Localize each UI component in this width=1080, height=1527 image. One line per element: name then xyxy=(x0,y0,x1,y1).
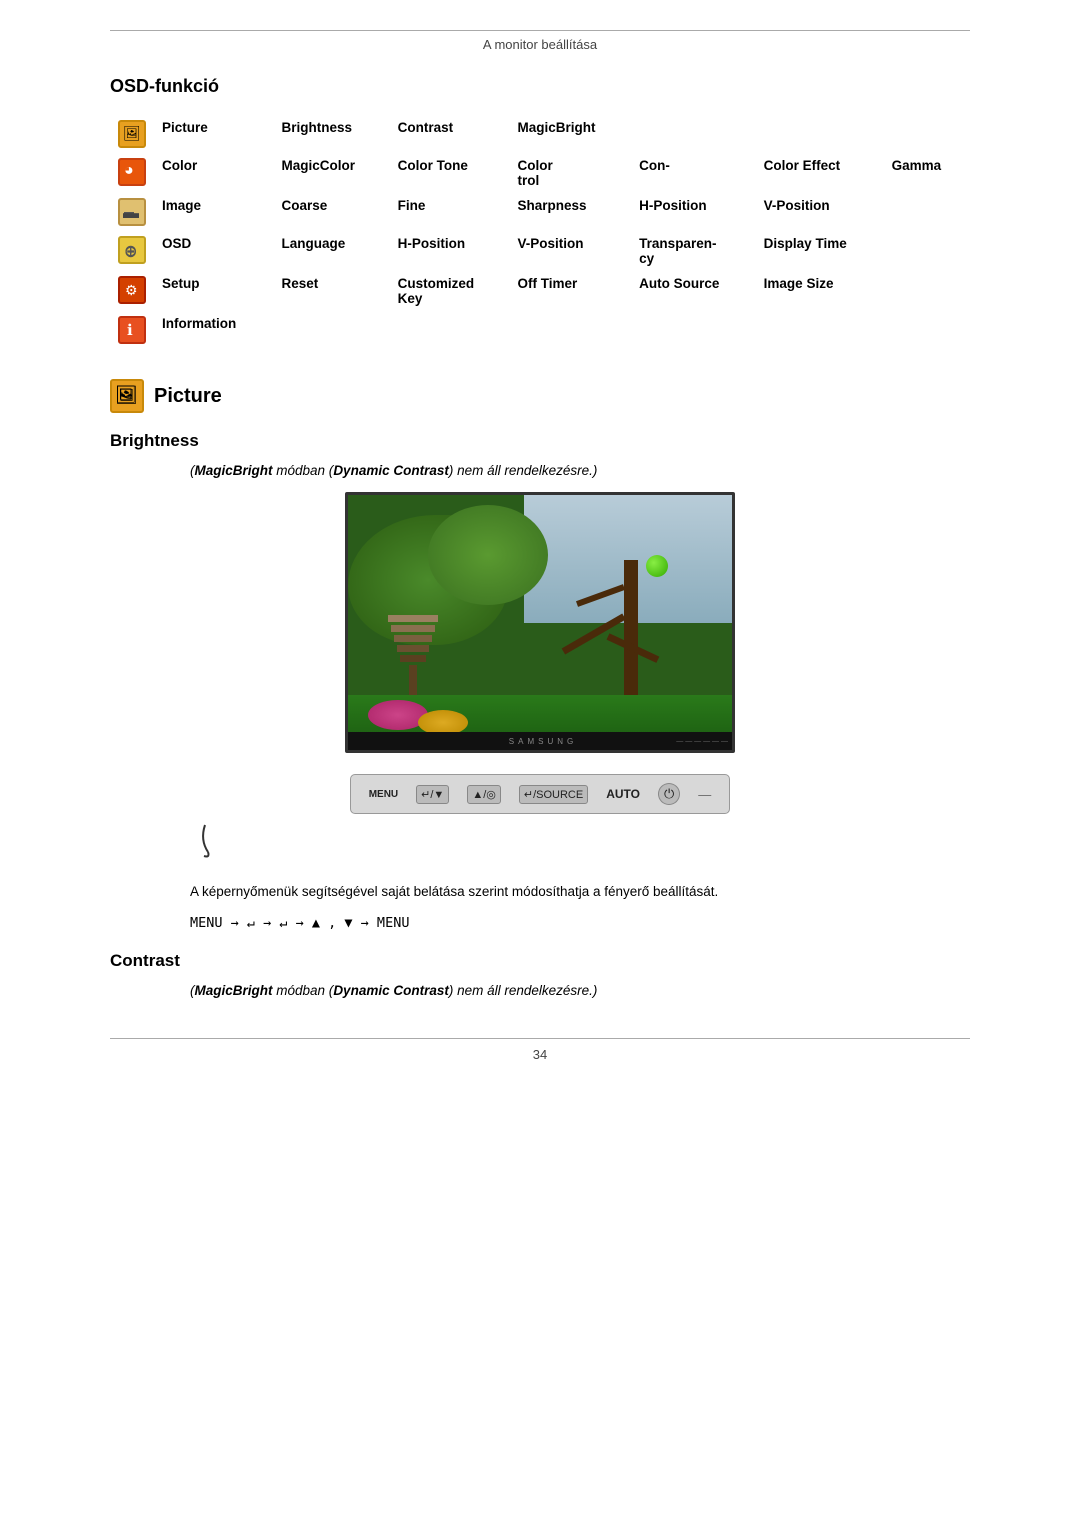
menu-label: MENU xyxy=(369,789,398,800)
sub-transparency: Transparen-cy xyxy=(631,231,756,271)
dash-btn: — xyxy=(698,787,711,802)
sub-imagesize: Image Size xyxy=(756,271,884,311)
sub-colortone: Color Tone xyxy=(390,153,510,193)
bottom-rule xyxy=(110,1038,970,1039)
picture-heading: 🖼 Picture xyxy=(110,379,970,413)
menu-path: MENU → ↵ → ↵ → ▲ , ▼ → MENU xyxy=(190,915,970,931)
menu-path-text: MENU → ↵ → ↵ → ▲ , ▼ → MENU xyxy=(190,915,409,931)
picture-icon-lg: 🖼 xyxy=(110,379,144,413)
picture-icon xyxy=(118,120,146,148)
sub-hposition-img: H-Position xyxy=(631,193,756,231)
brightness-desc-text: A képernyőmenük segítségével saját belát… xyxy=(190,884,718,899)
sub-offtimer: Off Timer xyxy=(509,271,631,311)
brightness-title: Brightness xyxy=(110,431,970,451)
samsung-logo: SAMSUNG xyxy=(509,737,577,746)
monitor-image-container: SAMSUNG — — — — — — xyxy=(110,492,970,756)
menu-name-osd: OSD xyxy=(154,231,274,271)
picture-section-title: Picture xyxy=(154,385,222,408)
color-icon xyxy=(118,158,146,186)
sub-coarse: Coarse xyxy=(274,193,390,231)
table-row: Information xyxy=(110,311,970,349)
sub-vposition-img: V-Position xyxy=(756,193,884,231)
sub-sharpness: Sharpness xyxy=(509,193,631,231)
brightness-btn: ▲/◎ xyxy=(467,785,501,804)
table-row: Color MagicColor Color Tone Colortrol Co… xyxy=(110,153,970,193)
source-btn: ↵/SOURCE xyxy=(519,785,588,804)
icon-cell-color xyxy=(110,153,154,193)
sub-magicbright: MagicBright xyxy=(509,115,631,153)
contrast-section: Contrast (MagicBright módban (Dynamic Co… xyxy=(110,951,970,998)
page-container: A monitor beállítása OSD-funkció Picture… xyxy=(110,0,970,1092)
contrast-title: Contrast xyxy=(110,951,970,971)
menu-name-setup: Setup xyxy=(154,271,274,311)
icon-cell-info xyxy=(110,311,154,349)
header-title: A monitor beállítása xyxy=(483,37,597,52)
sub-vposition-osd: V-Position xyxy=(509,231,631,271)
top-rule xyxy=(110,30,970,31)
icon-cell-picture xyxy=(110,115,154,153)
sub-gamma: Gamma xyxy=(884,153,970,193)
contrast-note: (MagicBright módban (Dynamic Contrast) n… xyxy=(190,983,970,998)
sub-brightness: Brightness xyxy=(274,115,390,153)
table-row: ▬ Image Coarse Fine Sharpness H-Position… xyxy=(110,193,970,231)
sub-con: Con- xyxy=(631,153,756,193)
sub-fine: Fine xyxy=(390,193,510,231)
icon-cell-image: ▬ xyxy=(110,193,154,231)
table-row: Picture Brightness Contrast MagicBright xyxy=(110,115,970,153)
osd-section-title: OSD-funkció xyxy=(110,76,970,97)
power-btn[interactable]: ⏻ xyxy=(658,783,680,805)
sub-color-trol: Colortrol xyxy=(509,153,631,193)
sub-magiccolor: MagicColor xyxy=(274,153,390,193)
sub-hposition-osd: H-Position xyxy=(390,231,510,271)
setup-icon xyxy=(118,276,146,304)
table-row: Setup Reset CustomizedKey Off Timer Auto… xyxy=(110,271,970,311)
menu-indicator: ↵/▼ xyxy=(416,785,449,804)
menu-name-information: Information xyxy=(154,311,274,349)
contrast-dynamic-contrast-bold: Dynamic Contrast xyxy=(333,983,449,998)
brightness-description: A képernyőmenük segítségével saját belát… xyxy=(190,881,970,903)
magicbright-bold: MagicBright xyxy=(195,463,273,478)
auto-btn: AUTO xyxy=(606,787,640,801)
icon-cell-osd: ⊕ xyxy=(110,231,154,271)
osd-icon: ⊕ xyxy=(118,236,146,264)
osd-table: Picture Brightness Contrast MagicBright … xyxy=(110,115,970,349)
sub-language: Language xyxy=(274,231,390,271)
info-icon xyxy=(118,316,146,344)
page-number: 34 xyxy=(110,1047,970,1062)
image-icon: ▬ xyxy=(118,198,146,226)
icon-cell-setup xyxy=(110,271,154,311)
controls-bar-container: MENU ↵/▼ ▲/◎ ↵/SOURCE AUTO ⏻ — xyxy=(110,774,970,863)
table-row: ⊕ OSD Language H-Position V-Position Tra… xyxy=(110,231,970,271)
menu-name-image: Image xyxy=(154,193,274,231)
sub-reset: Reset xyxy=(274,271,390,311)
brightness-section: Brightness (MagicBright módban (Dynamic … xyxy=(110,431,970,931)
osd-section: OSD-funkció Picture Brightness Contrast … xyxy=(110,76,970,349)
sub-coloreffect: Color Effect xyxy=(756,153,884,193)
menu-name-color: Color xyxy=(154,153,274,193)
sub-customizedkey: CustomizedKey xyxy=(390,271,510,311)
brightness-note: (MagicBright módban (Dynamic Contrast) n… xyxy=(190,463,970,478)
sub-autosource: Auto Source xyxy=(631,271,756,311)
page-header: A monitor beállítása xyxy=(110,37,970,52)
menu-name-picture: Picture xyxy=(154,115,274,153)
contrast-magicbright-bold: MagicBright xyxy=(195,983,273,998)
sub-contrast: Contrast xyxy=(390,115,510,153)
sub-displaytime: Display Time xyxy=(756,231,884,271)
dynamic-contrast-bold: Dynamic Contrast xyxy=(333,463,449,478)
menu-arrow-indicator xyxy=(190,820,250,860)
